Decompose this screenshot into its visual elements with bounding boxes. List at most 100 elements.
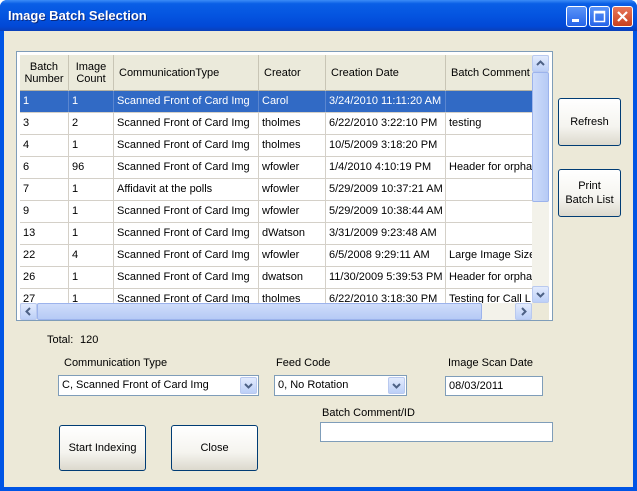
table-cell: 2 (69, 113, 114, 134)
vertical-scrollbar[interactable] (532, 55, 549, 303)
table-cell: 96 (69, 157, 114, 178)
table-cell: tholmes (259, 135, 326, 156)
col-header-image-count[interactable]: Image Count (69, 55, 114, 91)
maximize-icon (593, 10, 606, 23)
table-cell: 1 (69, 267, 114, 288)
table-cell: Scanned Front of Card Img (114, 223, 259, 244)
table-cell: 9 (20, 201, 69, 222)
table-row[interactable]: 1 1 Scanned Front of Card Img Carol 3/24/201… (20, 91, 532, 113)
table-cell: 1 (69, 289, 114, 303)
col-header-communication-type[interactable]: CommunicationType (114, 55, 259, 91)
total-label: Total: (47, 334, 74, 346)
table-row[interactable]: 26 1 Scanned Front of Card Img dwatson 11/30… (20, 267, 532, 289)
maximize-button[interactable] (589, 6, 610, 27)
main-window: Image Batch Selection Batch Number Image… (0, 0, 637, 491)
table-cell: Scanned Front of Card Img (114, 201, 259, 222)
table-cell: tholmes (259, 113, 326, 134)
table-row[interactable]: 3 2 Scanned Front of Card Img tholmes 6/22/2… (20, 113, 532, 135)
table-cell: Scanned Front of Card Img (114, 267, 259, 288)
col-header-label: Creation Date (331, 67, 399, 79)
table-cell: wfowler (259, 157, 326, 178)
scroll-down-button[interactable] (532, 286, 549, 303)
table-cell: testing (446, 113, 532, 134)
table-cell: 4 (69, 245, 114, 266)
scroll-left-button[interactable] (20, 303, 37, 320)
horizontal-scroll-thumb[interactable] (37, 303, 482, 320)
table-cell: Scanned Front of Card Img (114, 289, 259, 303)
table-cell: 10/5/2009 3:18:20 PM (326, 135, 446, 156)
table-cell: wfowler (259, 201, 326, 222)
scroll-up-button[interactable] (532, 55, 549, 72)
table-cell: tholmes (259, 289, 326, 303)
table-cell: dWatson (259, 223, 326, 244)
chevron-right-icon (521, 307, 527, 316)
col-header-label: Batch Number (24, 61, 64, 85)
close-button[interactable]: Close (171, 425, 258, 471)
print-batch-list-button[interactable]: Print Batch List (558, 169, 621, 217)
table-row[interactable]: 27 1 Scanned Front of Card Img tholmes 6/22/… (20, 289, 532, 303)
chevron-down-icon (244, 383, 253, 389)
feed-code-select[interactable]: 0, No Rotation (274, 375, 407, 396)
dialog-client-area: Batch Number Image Count CommunicationTy… (4, 31, 633, 487)
col-header-label: Image Count (75, 61, 107, 85)
table-cell: Testing for Call L (446, 289, 532, 303)
grid-viewport: Batch Number Image Count CommunicationTy… (20, 55, 532, 303)
table-cell: 1 (69, 179, 114, 200)
image-scan-date-input[interactable]: 08/03/2011 (445, 376, 543, 396)
table-cell: 3/31/2009 9:23:48 AM (326, 223, 446, 244)
table-cell: Scanned Front of Card Img (114, 135, 259, 156)
table-cell: 11/30/2009 5:39:53 PM (326, 267, 446, 288)
table-row[interactable]: 6 96 Scanned Front of Card Img wfowler 1/4/2… (20, 157, 532, 179)
communication-type-dropdown-button[interactable] (240, 377, 257, 394)
table-row[interactable]: 7 1 Affidavit at the polls wfowler 5/29/2009… (20, 179, 532, 201)
horizontal-scrollbar[interactable] (20, 303, 532, 320)
col-header-label: Batch Comment (451, 67, 530, 79)
table-cell: wfowler (259, 179, 326, 200)
feed-code-value: 0, No Rotation (278, 379, 349, 391)
image-scan-date-value: 08/03/2011 (449, 380, 504, 392)
table-cell: 5/29/2009 10:38:44 AM (326, 201, 446, 222)
table-row[interactable]: 9 1 Scanned Front of Card Img wfowler 5/29/2… (20, 201, 532, 223)
col-header-creation-date[interactable]: Creation Date (326, 55, 446, 91)
scroll-right-button[interactable] (515, 303, 532, 320)
title-bar[interactable]: Image Batch Selection (0, 0, 637, 31)
table-cell: Affidavit at the polls (114, 179, 259, 200)
start-indexing-button[interactable]: Start Indexing (59, 425, 146, 471)
communication-type-value: C, Scanned Front of Card Img (62, 379, 209, 391)
close-icon (617, 11, 628, 22)
table-cell: Scanned Front of Card Img (114, 245, 259, 266)
batch-grid[interactable]: Batch Number Image Count CommunicationTy… (16, 51, 553, 321)
table-cell: Header for orpha (446, 267, 532, 288)
table-row[interactable]: 4 1 Scanned Front of Card Img tholmes 10/5/2… (20, 135, 532, 157)
col-header-batch-number[interactable]: Batch Number (20, 55, 69, 91)
communication-type-label: Communication Type (64, 357, 168, 369)
grid-header: Batch Number Image Count CommunicationTy… (20, 55, 532, 91)
minimize-button[interactable] (566, 6, 587, 27)
table-cell: dwatson (259, 267, 326, 288)
table-cell: Large Image Size (446, 245, 532, 266)
col-header-label: CommunicationType (119, 67, 220, 79)
table-cell (446, 135, 532, 156)
vertical-scroll-thumb[interactable] (532, 72, 549, 202)
table-cell: 1 (69, 223, 114, 244)
table-cell: 3/24/2010 11:11:20 AM (326, 91, 446, 112)
table-cell: Scanned Front of Card Img (114, 113, 259, 134)
feed-code-label: Feed Code (276, 357, 331, 369)
col-header-creator[interactable]: Creator (259, 55, 326, 91)
close-window-button[interactable] (612, 6, 633, 27)
table-cell (446, 223, 532, 244)
table-row[interactable]: 13 1 Scanned Front of Card Img dWatson 3/31/… (20, 223, 532, 245)
table-cell: 22 (20, 245, 69, 266)
batch-comment-input[interactable] (320, 422, 553, 442)
col-header-batch-comment[interactable]: Batch Comment (446, 55, 532, 91)
chevron-down-icon (536, 292, 545, 298)
feed-code-dropdown-button[interactable] (388, 377, 405, 394)
total-value: 120 (80, 334, 99, 346)
communication-type-select[interactable]: C, Scanned Front of Card Img (58, 375, 259, 396)
table-cell: 13 (20, 223, 69, 244)
table-cell: 4 (20, 135, 69, 156)
table-row[interactable]: 22 4 Scanned Front of Card Img wfowler 6/5/2… (20, 245, 532, 267)
table-cell: 5/29/2009 10:37:21 AM (326, 179, 446, 200)
table-cell: 1 (20, 91, 69, 112)
refresh-button[interactable]: Refresh (558, 98, 621, 146)
